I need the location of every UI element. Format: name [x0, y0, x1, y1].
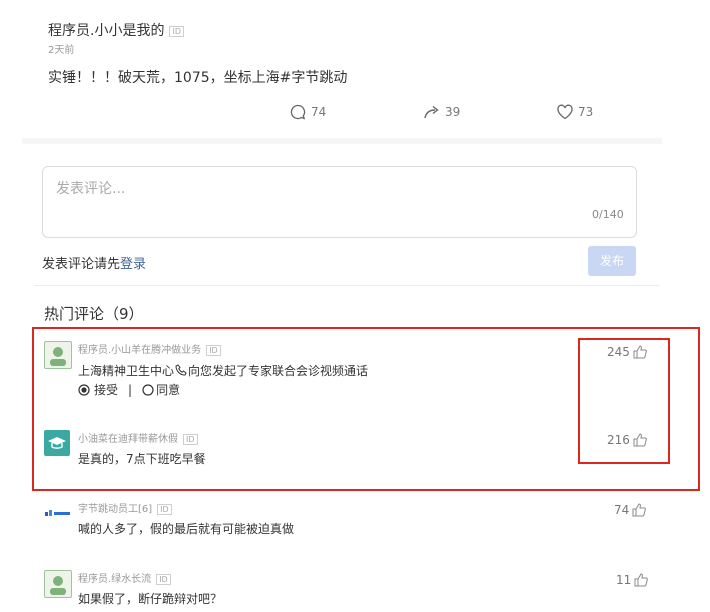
comment-author[interactable]: 小油菜在迪拜带薪休假 ID — [78, 430, 198, 445]
user-avatar-icon — [50, 347, 66, 366]
comment-like-button[interactable]: 11 — [616, 572, 649, 588]
comment-icon — [290, 104, 306, 120]
share-count: 39 — [445, 105, 461, 119]
agree-option[interactable]: 同意 — [142, 381, 180, 398]
post-author[interactable]: 程序员.小小是我的 ID — [48, 20, 184, 40]
post-author-name[interactable]: 程序员.小小是我的 — [48, 23, 164, 39]
divider — [34, 285, 659, 286]
comment-textarea[interactable] — [42, 166, 637, 238]
comment-author[interactable]: 程序员.小山羊在腾冲做业务 ID — [78, 341, 221, 356]
section-divider — [22, 138, 662, 144]
like-action[interactable]: 73 — [556, 102, 593, 122]
agree-label: 同意 — [156, 383, 181, 397]
id-badge: ID — [156, 573, 171, 585]
login-prompt-text: 发表评论请先 — [42, 257, 121, 272]
phone-icon — [175, 364, 187, 376]
comment-like-count: 216 — [607, 433, 630, 447]
comment-author-name[interactable]: 小油菜在迪拜带薪休假 — [78, 434, 178, 445]
comment-author-name[interactable]: 程序员.绿水长流 — [78, 574, 151, 585]
comment-text: 上海精神卫生中心 向您发起了专家联合会诊视频通话 — [78, 362, 368, 379]
comment-author[interactable]: 程序员.绿水长流 ID — [78, 570, 171, 585]
comment-count: 74 — [311, 105, 327, 119]
option-divider: | — [128, 382, 133, 397]
thumbs-up-icon — [634, 573, 649, 587]
comment-like-count: 74 — [614, 503, 630, 517]
avatar[interactable] — [44, 430, 70, 456]
comment-author[interactable]: 字节跳动员工[6] ID — [78, 500, 172, 515]
avatar[interactable] — [44, 570, 72, 598]
comment-like-button[interactable]: 245 — [607, 344, 648, 360]
comment-like-button[interactable]: 74 — [614, 502, 647, 518]
thumbs-up-icon — [633, 433, 647, 447]
accept-option[interactable]: 接受 — [78, 381, 118, 398]
char-counter: 0/140 — [592, 208, 624, 221]
comment-text-suffix: 向您发起了专家联合会诊视频通话 — [188, 364, 369, 378]
login-prompt: 发表评论请先登录 — [42, 253, 146, 272]
avatar[interactable] — [44, 341, 72, 369]
id-badge: ID — [169, 25, 184, 37]
radio-selected-icon — [78, 383, 90, 396]
comment-like-count: 11 — [616, 573, 632, 587]
comment-text: 如果假了，断仔跪辩对吧？ — [78, 592, 223, 606]
thumbs-up-icon — [632, 503, 647, 517]
like-count: 73 — [578, 105, 594, 119]
id-badge: ID — [157, 503, 172, 515]
post-content: 实锤！！！破天荒，1075，坐标上海#字节跳动 — [48, 70, 348, 86]
heart-icon — [557, 104, 573, 120]
post-time: 2天前 — [48, 45, 75, 56]
avatar[interactable] — [44, 500, 70, 526]
user-avatar-icon — [50, 576, 66, 595]
comment-author-name[interactable]: 字节跳动员工[6] — [78, 504, 152, 515]
comment-author-name[interactable]: 程序员.小山羊在腾冲做业务 — [78, 345, 201, 356]
hot-comments-label: 热门评论 — [44, 305, 105, 323]
thumbs-up-icon — [633, 345, 647, 359]
call-options: 接受 | 同意 — [78, 381, 180, 398]
comment-text: 喊的人多了，假的最后就有可能被迫真做 — [78, 522, 295, 536]
radio-empty-icon — [142, 383, 154, 396]
share-icon — [424, 105, 439, 119]
comment-text: 是真的，7点下班吃早餐 — [78, 452, 206, 466]
comment-like-count: 245 — [607, 345, 630, 359]
hot-comments-title: 热门评论（9） — [44, 303, 144, 324]
bytedance-logo-icon — [45, 510, 70, 516]
comment-text-main: 上海精神卫生中心 — [78, 364, 175, 378]
login-link[interactable]: 登录 — [120, 257, 146, 272]
hot-comments-count: （9） — [104, 305, 144, 323]
id-badge: ID — [206, 344, 221, 356]
comment-action[interactable]: 74 — [289, 102, 326, 122]
accept-label: 接受 — [94, 383, 119, 397]
publish-button[interactable]: 发布 — [588, 246, 636, 276]
comment-like-button[interactable]: 216 — [607, 432, 648, 448]
comment-placeholder: 发表评论... — [56, 181, 126, 197]
graduation-cap-icon — [48, 437, 66, 449]
share-action[interactable]: 39 — [423, 102, 460, 122]
id-badge: ID — [183, 433, 198, 445]
